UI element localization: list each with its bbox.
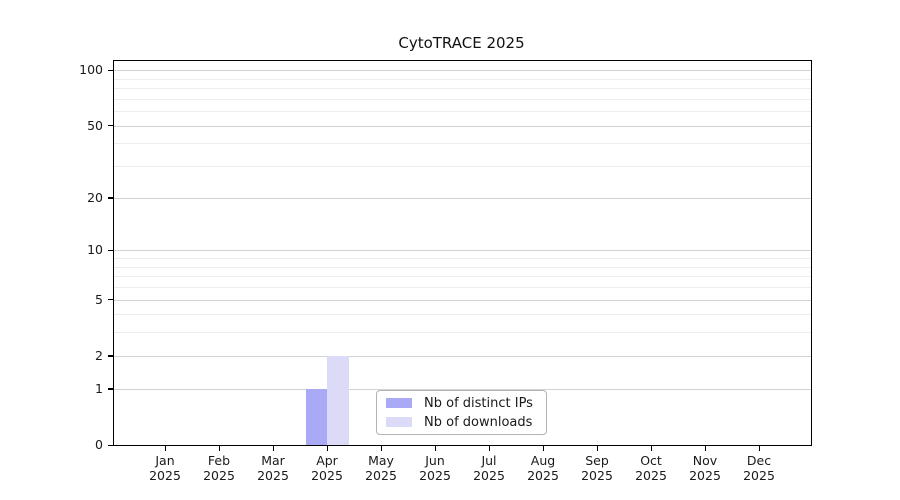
y-tick-label: 100 <box>48 63 103 77</box>
x-tick-mark <box>219 446 220 451</box>
major-gridline <box>114 250 811 251</box>
y-tick-label: 50 <box>48 119 103 133</box>
minor-gridline <box>114 111 811 112</box>
minor-gridline <box>114 79 811 80</box>
x-tick-mark <box>759 446 760 451</box>
y-tick-label: 2 <box>48 349 103 363</box>
month-label: Dec <box>727 453 791 468</box>
y-tick-label: 1 <box>48 382 103 396</box>
y-tick-label: 20 <box>48 191 103 205</box>
minor-gridline <box>114 314 811 315</box>
x-tick-mark <box>273 446 274 451</box>
major-gridline <box>114 70 811 71</box>
minor-gridline <box>114 267 811 268</box>
major-gridline <box>114 126 811 127</box>
legend-row-downloads: Nb of downloads <box>386 415 537 430</box>
legend-label-downloads: Nb of downloads <box>424 415 532 430</box>
x-tick-mark <box>597 446 598 451</box>
minor-gridline <box>114 99 811 100</box>
x-tick-mark <box>165 446 166 451</box>
y-tick-label: 10 <box>48 243 103 257</box>
x-tick-mark <box>705 446 706 451</box>
x-tick-mark <box>327 446 328 451</box>
major-gridline <box>114 300 811 301</box>
minor-gridline <box>114 287 811 288</box>
bar-nb-of-distinct-ips <box>306 389 328 445</box>
legend-label-distinct-ips: Nb of distinct IPs <box>424 396 533 411</box>
y-tick-label: 5 <box>48 293 103 307</box>
x-tick-mark <box>381 446 382 451</box>
chart-title: CytoTRACE 2025 <box>113 34 810 52</box>
x-tick-mark <box>489 446 490 451</box>
x-tick-label: Dec2025 <box>727 453 791 483</box>
minor-gridline <box>114 258 811 259</box>
major-gridline <box>114 198 811 199</box>
plot-area: 0125102050100Jan2025Feb2025Mar2025Apr202… <box>113 60 812 446</box>
minor-gridline <box>114 88 811 89</box>
minor-gridline <box>114 143 811 144</box>
minor-gridline <box>114 166 811 167</box>
x-tick-mark <box>435 446 436 451</box>
legend-row-distinct-ips: Nb of distinct IPs <box>386 396 537 411</box>
distinct-ips-swatch-icon <box>386 398 412 408</box>
y-tick-mark <box>108 445 114 446</box>
x-tick-mark <box>651 446 652 451</box>
x-tick-mark <box>543 446 544 451</box>
chart-legend: Nb of distinct IPs Nb of downloads <box>376 390 547 435</box>
year-label: 2025 <box>727 468 791 483</box>
download-stats-chart: CytoTRACE 2025 0125102050100Jan2025Feb20… <box>0 0 900 500</box>
y-tick-label: 0 <box>48 438 103 452</box>
minor-gridline <box>114 332 811 333</box>
minor-gridline <box>114 276 811 277</box>
downloads-swatch-icon <box>386 417 412 427</box>
major-gridline <box>114 356 811 357</box>
bar-nb-of-downloads <box>327 356 349 445</box>
